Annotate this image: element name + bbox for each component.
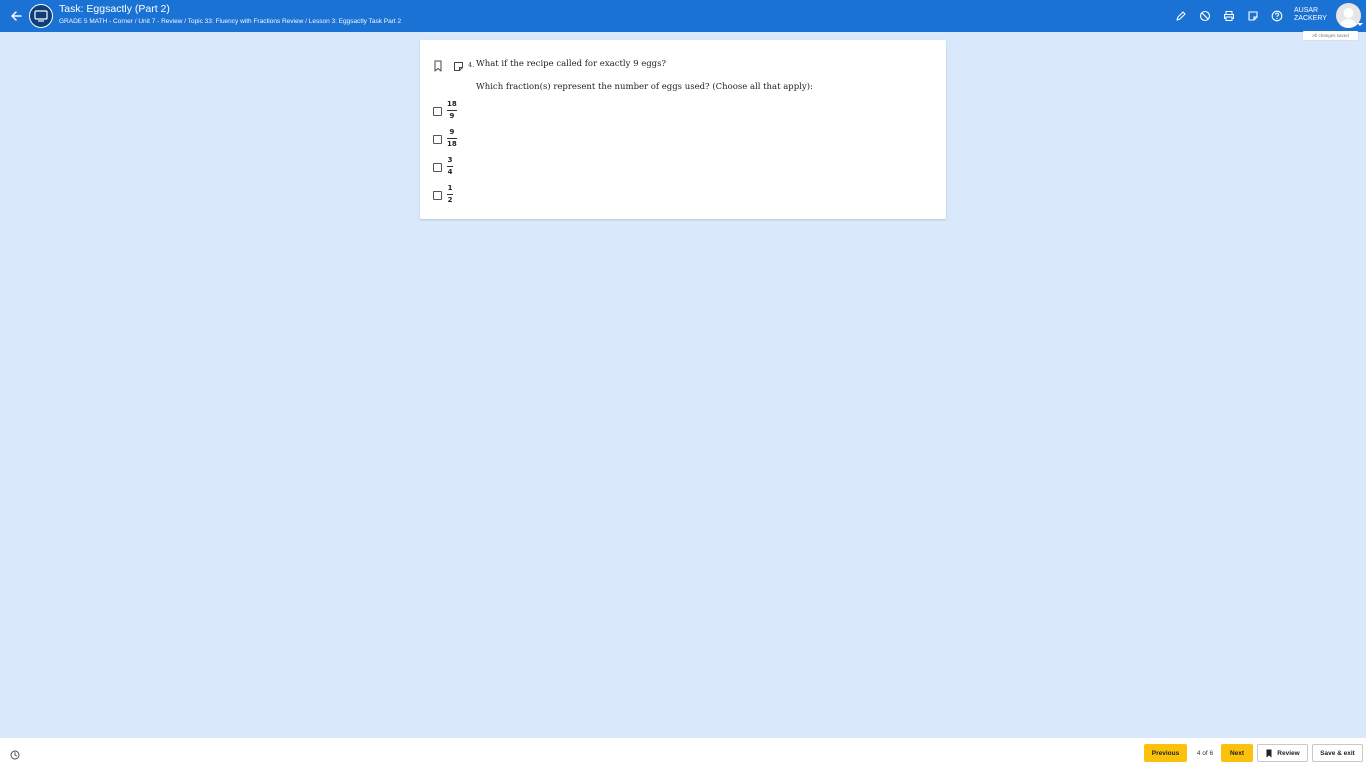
user-last-name: ZACKERY <box>1294 15 1327 22</box>
question-prompt: Which fraction(s) represent the number o… <box>476 82 813 92</box>
page-title: Task: Eggsactly (Part 2) <box>59 3 170 15</box>
fraction: 1 2 <box>447 184 453 204</box>
fraction: 9 18 <box>447 128 457 148</box>
checkbox[interactable] <box>433 163 442 172</box>
bookmark-icon <box>1266 749 1272 757</box>
numerator: 1 <box>447 184 453 192</box>
review-button[interactable]: Review <box>1257 744 1308 762</box>
denominator: 9 <box>449 111 455 120</box>
chevron-down-icon[interactable] <box>1357 23 1363 26</box>
denominator: 4 <box>447 167 453 176</box>
review-label: Review <box>1277 749 1300 757</box>
question-text: What if the recipe called for exactly 9 … <box>476 59 667 69</box>
checkbox[interactable] <box>433 135 442 144</box>
footer-toolbar: Previous 4 of 6 Next Review Save & exit <box>0 738 1366 768</box>
save-exit-button[interactable]: Save & exit <box>1312 744 1363 762</box>
breadcrumb: GRADE 5 MATH - Corner / Unit 7 - Review … <box>59 18 402 25</box>
numerator: 18 <box>447 100 457 108</box>
answer-choice-2[interactable]: 9 18 <box>433 128 473 152</box>
help-icon[interactable] <box>1269 8 1285 24</box>
app-logo-icon <box>29 4 53 28</box>
denominator: 18 <box>447 139 457 148</box>
numerator: 9 <box>449 128 455 136</box>
user-first-name: AUSAR <box>1294 7 1319 14</box>
next-button[interactable]: Next <box>1221 744 1253 762</box>
bookmark-icon[interactable] <box>433 59 443 72</box>
page-indicator: 4 of 6 <box>1196 749 1214 757</box>
back-arrow-icon[interactable] <box>8 8 24 24</box>
block-icon[interactable] <box>1197 8 1213 24</box>
app-header: Task: Eggsactly (Part 2) GRADE 5 MATH - … <box>0 0 1366 32</box>
fraction: 3 4 <box>447 156 453 176</box>
user-name[interactable]: AUSAR ZACKERY <box>1294 7 1327 23</box>
fraction-bar <box>447 137 457 139</box>
fraction-bar <box>447 165 453 167</box>
fraction: 18 9 <box>447 100 457 120</box>
previous-button[interactable]: Previous <box>1144 744 1187 762</box>
question-card: 4. What if the recipe called for exactly… <box>420 40 946 219</box>
timer-icon[interactable] <box>10 747 20 760</box>
fraction-bar <box>447 109 457 111</box>
pencil-icon[interactable] <box>1173 8 1189 24</box>
sticky-note-icon[interactable] <box>1245 8 1261 24</box>
checkbox[interactable] <box>433 191 442 200</box>
answer-choice-1[interactable]: 18 9 <box>433 100 473 124</box>
print-icon[interactable] <box>1221 8 1237 24</box>
numerator: 3 <box>447 156 453 164</box>
save-status: All changes saved <box>1303 31 1358 40</box>
fraction-bar <box>447 193 453 195</box>
answer-choice-4[interactable]: 1 2 <box>433 184 473 208</box>
note-icon[interactable] <box>453 59 464 71</box>
question-number: 4. <box>468 61 475 69</box>
answer-choice-3[interactable]: 3 4 <box>433 156 473 180</box>
checkbox[interactable] <box>433 107 442 116</box>
denominator: 2 <box>447 195 453 204</box>
